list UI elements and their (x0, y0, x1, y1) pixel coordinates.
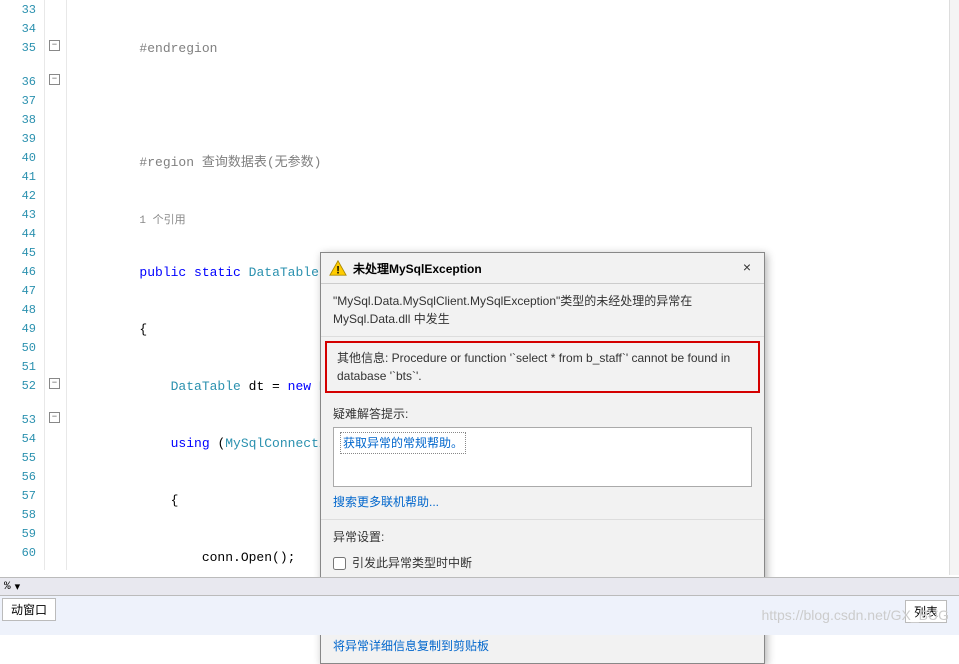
warning-icon: ! (329, 259, 347, 277)
exception-extra-info: 其他信息: Procedure or function '`select * f… (325, 341, 760, 393)
line-number-gutter: 33 34 35 36 37 38 39 40 41 42 43 44 45 4… (0, 0, 45, 570)
close-button[interactable]: × (738, 259, 756, 277)
copy-detail-link[interactable]: 将异常详细信息复制到剪贴板 (333, 639, 489, 653)
panel-tab-autos[interactable]: 动窗口 (2, 598, 56, 621)
fold-toggle-icon[interactable]: − (49, 378, 60, 389)
zoom-level[interactable]: % (4, 581, 11, 593)
exception-description: "MySql.Data.MySqlClient.MySqlException"类… (321, 284, 764, 337)
vertical-scrollbar[interactable] (949, 0, 959, 575)
editor-status-bar: % ▾ (0, 577, 959, 595)
dropdown-icon[interactable]: ▾ (15, 580, 21, 594)
break-on-exception-checkbox[interactable] (333, 557, 346, 570)
fold-toggle-icon[interactable]: − (49, 74, 60, 85)
panel-tab-list[interactable]: 列表 (905, 600, 947, 623)
fold-toggle-icon[interactable]: − (49, 40, 60, 51)
tips-box[interactable]: 获取异常的常规帮助。 (333, 427, 752, 487)
bottom-panel: 动窗口 列表 (0, 595, 959, 635)
fold-column: − − − − (45, 0, 67, 570)
popup-title: 未处理MySqlException (353, 260, 738, 277)
general-help-link[interactable]: 获取异常的常规帮助。 (340, 432, 466, 454)
checkbox-label: 引发此异常类型时中断 (352, 554, 472, 572)
search-online-help-link[interactable]: 搜索更多联机帮助... (333, 495, 439, 509)
popup-header: ! 未处理MySqlException × (321, 253, 764, 284)
fold-toggle-icon[interactable]: − (49, 412, 60, 423)
svg-text:!: ! (336, 264, 340, 276)
troubleshoot-section: 疑难解答提示: 获取异常的常规帮助。 搜索更多联机帮助... (321, 397, 764, 520)
exception-settings-section: 异常设置: 引发此异常类型时中断 (321, 520, 764, 585)
